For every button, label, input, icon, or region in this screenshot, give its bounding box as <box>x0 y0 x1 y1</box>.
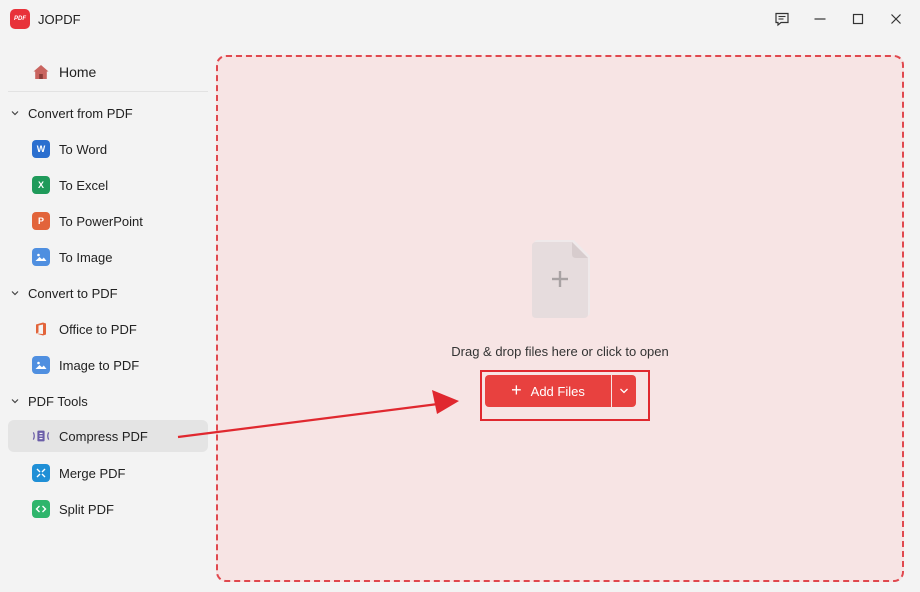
app-window: PDF JOPDF Home Convert from PDF W To Wor… <box>0 0 920 592</box>
section-title: Convert from PDF <box>28 105 133 121</box>
add-files-dropdown-button[interactable] <box>612 375 636 407</box>
plus-icon: + <box>511 380 522 400</box>
section-convert-from-pdf[interactable]: Convert from PDF <box>10 103 133 123</box>
add-files-button[interactable]: + Add Files <box>485 375 611 407</box>
app-title: JOPDF <box>38 12 81 27</box>
drop-zone[interactable]: Drag & drop files here or click to open … <box>216 55 904 582</box>
sidebar-item-merge-pdf[interactable]: Merge PDF <box>8 457 208 489</box>
sidebar-item-label: Compress PDF <box>59 428 148 444</box>
maximize-icon <box>852 13 864 25</box>
section-pdf-tools[interactable]: PDF Tools <box>10 391 88 411</box>
sidebar-item-office-to-pdf[interactable]: Office to PDF <box>8 313 208 345</box>
sidebar-item-home[interactable]: Home <box>8 56 208 88</box>
drop-instructions: Drag & drop files here or click to open <box>451 344 669 359</box>
word-icon: W <box>32 140 50 158</box>
sidebar-item-label: Merge PDF <box>59 465 126 481</box>
image-icon <box>32 356 50 374</box>
sidebar-item-label: Image to PDF <box>59 357 140 373</box>
split-icon <box>32 500 50 518</box>
compress-icon <box>32 427 50 445</box>
minimize-button[interactable] <box>808 8 832 30</box>
minimize-icon <box>814 18 826 20</box>
sidebar: Home Convert from PDF W To Word X To Exc… <box>0 40 215 592</box>
sidebar-divider <box>8 91 208 92</box>
sidebar-item-to-word[interactable]: W To Word <box>8 133 208 165</box>
sidebar-item-label: Split PDF <box>59 501 114 517</box>
sidebar-item-label: Home <box>59 64 97 80</box>
sidebar-item-label: To Word <box>59 141 108 157</box>
chevron-down-icon <box>620 388 628 394</box>
sidebar-item-compress-pdf[interactable]: Compress PDF <box>8 420 208 452</box>
sidebar-item-to-excel[interactable]: X To Excel <box>8 169 208 201</box>
section-title: Convert to PDF <box>28 285 118 301</box>
office-icon <box>32 320 50 338</box>
image-icon <box>32 248 50 266</box>
section-convert-to-pdf[interactable]: Convert to PDF <box>10 283 118 303</box>
sidebar-item-label: Office to PDF <box>59 321 137 337</box>
sidebar-item-split-pdf[interactable]: Split PDF <box>8 493 208 525</box>
home-icon <box>33 65 49 79</box>
add-files-label: Add Files <box>530 383 585 399</box>
sidebar-item-to-powerpoint[interactable]: P To PowerPoint <box>8 205 208 237</box>
close-button[interactable] <box>884 8 908 30</box>
sidebar-item-image-to-pdf[interactable]: Image to PDF <box>8 349 208 381</box>
feedback-button[interactable] <box>770 8 794 30</box>
feedback-icon <box>775 12 789 27</box>
sidebar-item-label: To PowerPoint <box>59 213 143 229</box>
app-logo: PDF <box>10 9 30 29</box>
title-bar: PDF JOPDF <box>0 0 920 40</box>
chevron-down-icon <box>10 396 20 406</box>
sidebar-item-to-image[interactable]: To Image <box>8 241 208 273</box>
chevron-down-icon <box>10 108 20 118</box>
excel-icon: X <box>32 176 50 194</box>
sidebar-item-label: To Image <box>59 249 113 265</box>
powerpoint-icon: P <box>32 212 50 230</box>
merge-icon <box>32 464 50 482</box>
chevron-down-icon <box>10 288 20 298</box>
close-icon <box>891 14 901 24</box>
maximize-button[interactable] <box>846 8 870 30</box>
section-title: PDF Tools <box>28 393 88 409</box>
sidebar-item-label: To Excel <box>59 177 109 193</box>
add-file-icon <box>528 240 592 318</box>
